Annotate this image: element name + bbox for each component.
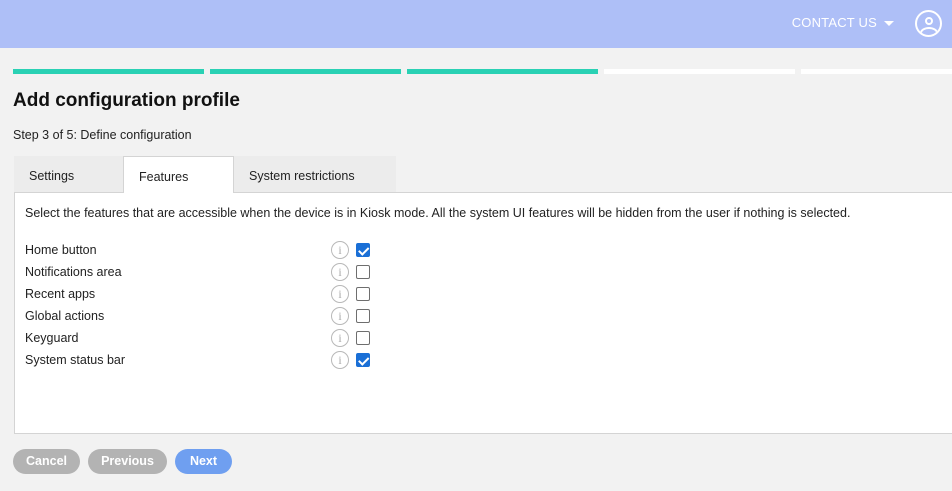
info-icon[interactable]: i bbox=[331, 351, 349, 369]
progress-step-2 bbox=[210, 69, 401, 74]
progress-step-3 bbox=[407, 69, 598, 74]
feature-label: Notifications area bbox=[25, 265, 122, 279]
feature-label: Global actions bbox=[25, 309, 105, 323]
next-button[interactable]: Next bbox=[175, 449, 232, 474]
step-indicator: Step 3 of 5: Define configuration bbox=[13, 128, 192, 142]
progress-step-5 bbox=[801, 69, 952, 74]
keyguard-checkbox[interactable] bbox=[356, 331, 370, 345]
progress-step-4 bbox=[604, 69, 795, 74]
notifications-area-checkbox[interactable] bbox=[356, 265, 370, 279]
previous-button[interactable]: Previous bbox=[88, 449, 167, 474]
recent-apps-checkbox[interactable] bbox=[356, 287, 370, 301]
cancel-button[interactable]: Cancel bbox=[13, 449, 80, 474]
feature-label: Home button bbox=[25, 243, 97, 257]
contact-us-menu[interactable]: CONTACT US bbox=[792, 15, 894, 30]
tab-features[interactable]: Features bbox=[123, 156, 234, 193]
page-title: Add configuration profile bbox=[13, 90, 240, 111]
feature-label: Recent apps bbox=[25, 287, 96, 301]
system-status-bar-checkbox[interactable] bbox=[356, 353, 370, 367]
chevron-down-icon bbox=[884, 20, 894, 26]
tab-settings[interactable]: Settings bbox=[14, 156, 123, 192]
top-bar: CONTACT US bbox=[0, 0, 952, 48]
feature-row-system-status-bar: System status bar i bbox=[25, 351, 385, 371]
feature-row-global-actions: Global actions i bbox=[25, 307, 385, 327]
feature-row-keyguard: Keyguard i bbox=[25, 329, 385, 349]
info-icon[interactable]: i bbox=[331, 241, 349, 259]
features-description: Select the features that are accessible … bbox=[25, 206, 851, 220]
feature-label: System status bar bbox=[25, 353, 126, 367]
features-panel: Select the features that are accessible … bbox=[14, 192, 952, 434]
info-icon[interactable]: i bbox=[331, 285, 349, 303]
info-icon[interactable]: i bbox=[331, 263, 349, 281]
avatar-body-shape bbox=[920, 27, 938, 35]
progress-step-1 bbox=[13, 69, 204, 74]
feature-row-home-button: Home button i bbox=[25, 241, 385, 261]
home-button-checkbox[interactable] bbox=[356, 243, 370, 257]
tab-system-restrictions[interactable]: System restrictions bbox=[234, 156, 396, 192]
avatar-head-shape bbox=[925, 17, 933, 25]
wizard-progress-bar bbox=[13, 69, 952, 74]
tab-bar: Settings Features System restrictions bbox=[14, 156, 396, 193]
feature-row-notifications-area: Notifications area i bbox=[25, 263, 385, 283]
feature-row-recent-apps: Recent apps i bbox=[25, 285, 385, 305]
global-actions-checkbox[interactable] bbox=[356, 309, 370, 323]
user-avatar-icon[interactable] bbox=[915, 10, 942, 37]
info-icon[interactable]: i bbox=[331, 307, 349, 325]
feature-label: Keyguard bbox=[25, 331, 79, 345]
info-icon[interactable]: i bbox=[331, 329, 349, 347]
contact-us-label: CONTACT US bbox=[791, 15, 877, 30]
